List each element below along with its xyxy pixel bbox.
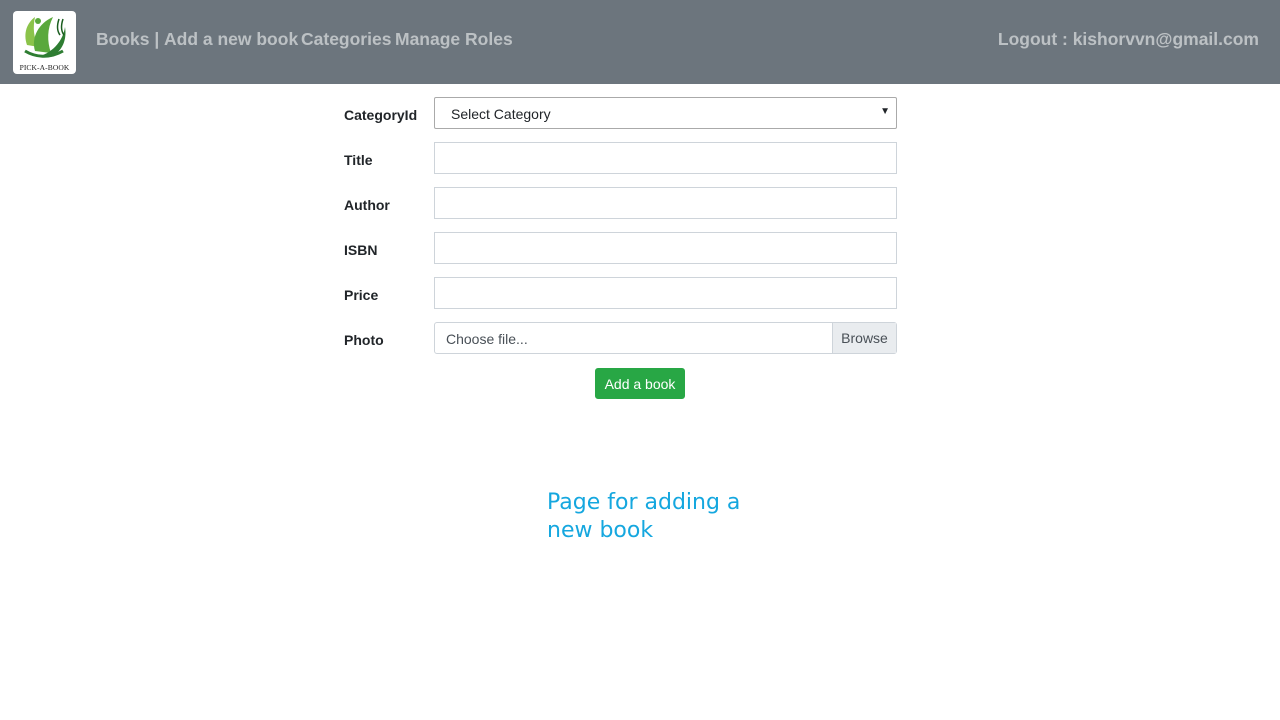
nav-categories-link[interactable]: Categories — [301, 29, 391, 50]
title-label: Title — [344, 152, 373, 168]
category-select[interactable]: Select Category ▼ — [434, 97, 897, 129]
photo-file-placeholder: Choose file... — [446, 331, 528, 347]
add-book-button[interactable]: Add a book — [595, 368, 685, 399]
price-input[interactable] — [434, 277, 897, 309]
category-label: CategoryId — [344, 107, 418, 123]
title-input[interactable] — [434, 142, 897, 174]
brand-logo-text: PICK-A-BOOK — [19, 63, 70, 72]
nav-manage-roles-link[interactable]: Manage Roles — [395, 29, 513, 50]
author-label: Author — [344, 197, 390, 213]
nav-books-link[interactable]: Books | — [96, 29, 159, 50]
category-select-value: Select Category — [451, 106, 551, 122]
photo-file-input[interactable]: Choose file... Browse — [434, 322, 897, 354]
price-label: Price — [344, 287, 379, 303]
page-caption: Page for adding a new book — [547, 490, 741, 543]
photo-label: Photo — [344, 332, 384, 348]
brand-logo[interactable]: PICK-A-BOOK — [13, 11, 76, 74]
nav-add-book-link[interactable]: Add a new book — [164, 29, 298, 50]
navbar: PICK-A-BOOK Books | Add a new book Categ… — [0, 0, 1280, 84]
browse-button[interactable]: Browse — [832, 323, 896, 353]
caret-down-icon: ▼ — [880, 106, 890, 117]
isbn-label: ISBN — [344, 242, 378, 258]
logout-link[interactable]: Logout : kishorvvn@gmail.com — [998, 29, 1259, 50]
book-leaf-icon — [24, 17, 66, 58]
author-input[interactable] — [434, 187, 897, 219]
isbn-input[interactable] — [434, 232, 897, 264]
